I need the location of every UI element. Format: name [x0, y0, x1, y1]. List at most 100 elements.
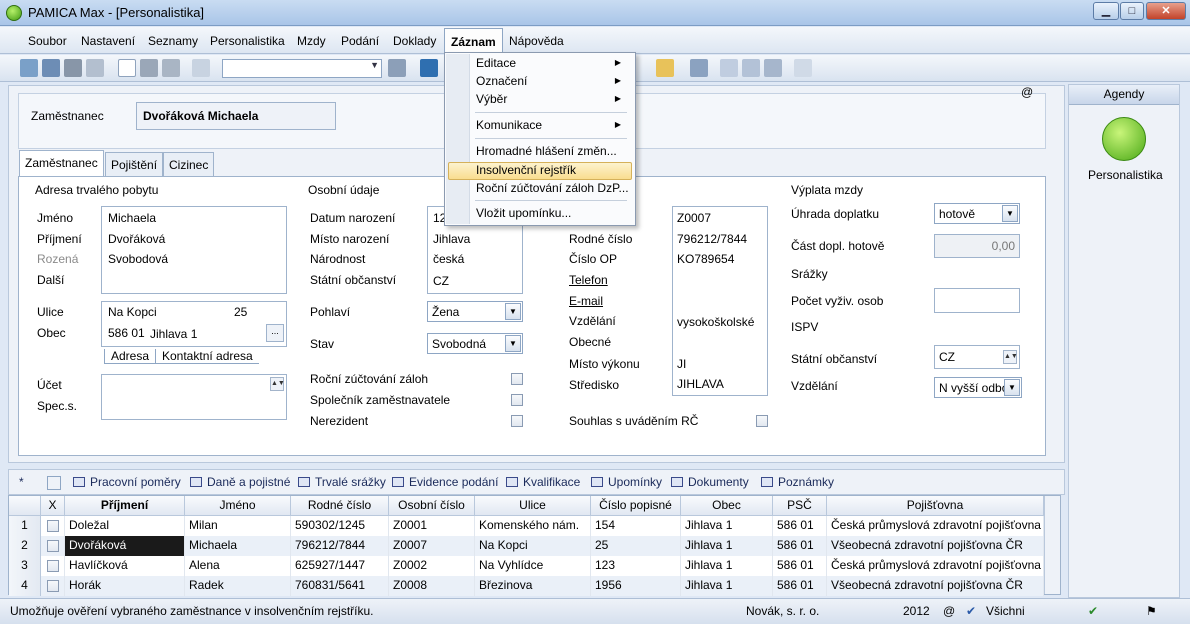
- spin-icon[interactable]: ▲▼: [270, 377, 285, 391]
- save-icon[interactable]: [140, 59, 158, 77]
- cell-psc[interactable]: 586 01: [773, 536, 827, 556]
- agenda-personalistika[interactable]: Personalistika: [1088, 168, 1163, 182]
- row-select-checkbox[interactable]: [41, 576, 65, 596]
- cell-cp[interactable]: 123: [591, 556, 681, 576]
- folder-icon[interactable]: [656, 59, 674, 77]
- grid-scrollbar[interactable]: [1044, 496, 1060, 594]
- cell-oc[interactable]: Z0002: [389, 556, 475, 576]
- cell-prijmeni[interactable]: Havlíčková: [65, 556, 185, 576]
- help-icon[interactable]: [794, 59, 812, 77]
- filter-icon[interactable]: [388, 59, 406, 77]
- col-prijmeni[interactable]: Příjmení: [65, 496, 185, 516]
- col-cp[interactable]: Číslo popisné: [591, 496, 681, 516]
- subtab-adresa[interactable]: Adresa: [104, 349, 157, 364]
- menu-doklady[interactable]: Doklady: [393, 34, 436, 48]
- tab-upominky[interactable]: Upomínky: [591, 475, 662, 489]
- cell-prijmeni[interactable]: Doležal: [65, 516, 185, 536]
- cell-rc[interactable]: 796212/7844: [291, 536, 389, 556]
- checkbox[interactable]: [47, 520, 59, 532]
- cell-jmeno[interactable]: Alena: [185, 556, 291, 576]
- obec-field[interactable]: Jihlava 1: [150, 327, 197, 341]
- cell-poj[interactable]: Česká průmyslová zdravotní pojišťovna: [827, 556, 1044, 576]
- menu-komunikace[interactable]: Komunikace ▶: [476, 118, 626, 132]
- cell-cp[interactable]: 154: [591, 516, 681, 536]
- nerezident-checkbox[interactable]: [511, 415, 523, 427]
- subtab-kontaktni[interactable]: Kontaktní adresa: [156, 349, 259, 364]
- pohlavi-select[interactable]: Žena ▼: [427, 301, 523, 322]
- tab-evidence[interactable]: Evidence podání: [392, 475, 498, 489]
- col-jmeno[interactable]: Jméno: [185, 496, 291, 516]
- status-firm[interactable]: Novák, s. r. o.: [746, 604, 819, 618]
- ulice-field[interactable]: Na Kopci: [108, 305, 157, 319]
- menu-zaznam[interactable]: Záznam: [444, 28, 503, 54]
- rodne-field[interactable]: 796212/7844: [677, 232, 747, 246]
- cell-obec[interactable]: Jihlava 1: [681, 516, 773, 536]
- toolbar-icon-1[interactable]: [20, 59, 38, 77]
- col-pojistovna[interactable]: Pojišťovna: [827, 496, 1044, 516]
- close-button[interactable]: ✕: [1146, 2, 1186, 20]
- cell-obec[interactable]: Jihlava 1: [681, 536, 773, 556]
- personalistika-icon[interactable]: [1102, 117, 1146, 161]
- tab-poznamky[interactable]: Poznámky: [761, 475, 834, 489]
- checkbox[interactable]: [47, 560, 59, 572]
- menu-personalistika[interactable]: Personalistika: [210, 34, 285, 48]
- rozena-field[interactable]: Svobodová: [108, 252, 168, 266]
- uhrada-select[interactable]: hotově ▼: [934, 203, 1020, 224]
- osobni-cislo-field[interactable]: Z0007: [677, 211, 711, 225]
- cell-prijmeni[interactable]: Horák: [65, 576, 185, 596]
- menu-mzdy[interactable]: Mzdy: [297, 34, 326, 48]
- col-x[interactable]: X: [41, 496, 65, 516]
- rzz-checkbox[interactable]: [511, 373, 523, 385]
- cell-psc[interactable]: 586 01: [773, 556, 827, 576]
- checkbox[interactable]: [47, 580, 59, 592]
- grid-star-icon[interactable]: *: [19, 475, 24, 489]
- row-select-checkbox[interactable]: [41, 536, 65, 556]
- cell-ulice[interactable]: Březinova: [475, 576, 591, 596]
- prijmeni-field[interactable]: Dvořáková: [108, 232, 165, 246]
- save-all-icon[interactable]: [162, 59, 180, 77]
- cell-oc[interactable]: Z0007: [389, 536, 475, 556]
- tab-zamestnanec[interactable]: Zaměstnanec: [19, 150, 104, 177]
- col-osobni[interactable]: Osobní číslo: [389, 496, 475, 516]
- list-icon[interactable]: [742, 59, 760, 77]
- new-icon[interactable]: [118, 59, 136, 77]
- cell-psc[interactable]: 586 01: [773, 576, 827, 596]
- menu-nastaveni[interactable]: Nastavení: [81, 34, 135, 48]
- copy-icon[interactable]: [192, 59, 210, 77]
- cell-ulice[interactable]: Na Vyhlídce: [475, 556, 591, 576]
- col-rodne[interactable]: Rodné číslo: [291, 496, 389, 516]
- menu-soubor[interactable]: Soubor: [28, 34, 67, 48]
- misto-field[interactable]: Jihlava: [433, 232, 470, 246]
- report-icon[interactable]: [764, 59, 782, 77]
- souhlas-checkbox[interactable]: [756, 415, 768, 427]
- menu-seznamy[interactable]: Seznamy: [148, 34, 198, 48]
- cell-psc[interactable]: 586 01: [773, 516, 827, 536]
- misto-vykonu-field[interactable]: JI: [677, 357, 686, 371]
- cell-jmeno[interactable]: Milan: [185, 516, 291, 536]
- menu-napoveda[interactable]: Nápověda: [509, 34, 564, 48]
- cell-poj[interactable]: Všeobecná zdravotní pojišťovna ČR: [827, 536, 1044, 556]
- menu-vyber[interactable]: Výběr ▶: [476, 92, 626, 106]
- telefon-link[interactable]: Telefon: [569, 273, 608, 287]
- preview-icon[interactable]: [86, 59, 104, 77]
- tab-dokumenty[interactable]: Dokumenty: [671, 475, 749, 489]
- maximize-button[interactable]: □: [1120, 2, 1144, 20]
- cell-jmeno[interactable]: Michaela: [185, 536, 291, 556]
- cell-poj[interactable]: Česká průmyslová zdravotní pojišťovna: [827, 516, 1044, 536]
- filter-icon[interactable]: [47, 476, 61, 490]
- obcanstvi-field[interactable]: CZ: [433, 274, 449, 288]
- col-obec[interactable]: Obec: [681, 496, 773, 516]
- cell-obec[interactable]: Jihlava 1: [681, 576, 773, 596]
- cell-rc[interactable]: 590302/1245: [291, 516, 389, 536]
- narodnost-field[interactable]: česká: [433, 252, 464, 266]
- cell-oc[interactable]: Z0001: [389, 516, 475, 536]
- cell-prijmeni[interactable]: Dvořáková: [65, 536, 185, 556]
- vyziv-field[interactable]: [934, 288, 1020, 313]
- cell-oc[interactable]: Z0008: [389, 576, 475, 596]
- menu-editace[interactable]: Editace ▶: [476, 56, 626, 70]
- at-icon[interactable]: @: [1021, 85, 1033, 99]
- menu-oznaceni[interactable]: Označení ▶: [476, 74, 626, 88]
- menu-vlozit-upominku[interactable]: Vložit upomínku...: [476, 206, 571, 220]
- row-select-checkbox[interactable]: [41, 516, 65, 536]
- op-field[interactable]: KO789654: [677, 252, 734, 266]
